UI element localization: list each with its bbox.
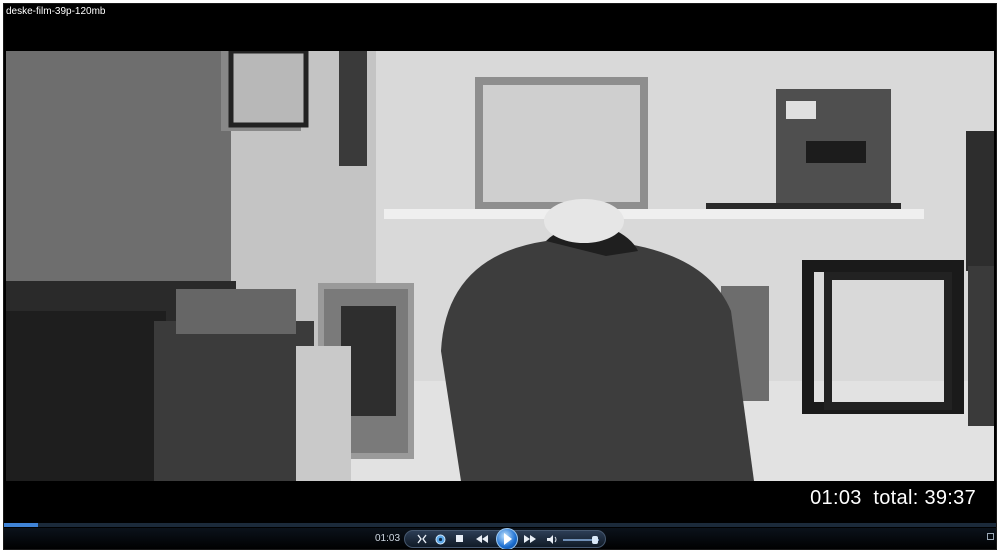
- video-still-image: [6, 51, 994, 481]
- previous-icon[interactable]: [473, 531, 491, 547]
- transport-controls: [404, 528, 606, 549]
- overlay-total-label: total:: [873, 487, 919, 509]
- media-player-window: deske-film-39p-120mb 01:03 total: 39:37 …: [3, 3, 997, 550]
- volume-slider-handle[interactable]: [592, 536, 599, 544]
- control-bar: 01:03: [4, 528, 996, 549]
- window-title: deske-film-39p-120mb: [6, 6, 106, 17]
- switch-mode-icon[interactable]: [413, 531, 431, 547]
- stop-icon[interactable]: [451, 531, 469, 547]
- time-overlay: 01:03 total: 39:37: [810, 483, 976, 513]
- speaker-icon[interactable]: [543, 531, 561, 547]
- elapsed-time: 01:03: [375, 533, 401, 544]
- video-frame[interactable]: [6, 51, 994, 481]
- next-icon[interactable]: [521, 531, 539, 547]
- settings-icon[interactable]: [431, 531, 449, 547]
- play-icon[interactable]: [496, 528, 518, 549]
- seek-bar-progress: [4, 523, 38, 527]
- overlay-current-time: 01:03: [810, 487, 862, 509]
- seek-bar[interactable]: [4, 523, 996, 527]
- volume-slider[interactable]: [563, 536, 599, 544]
- fullscreen-icon[interactable]: [987, 533, 994, 540]
- overlay-total-time: 39:37: [924, 487, 976, 509]
